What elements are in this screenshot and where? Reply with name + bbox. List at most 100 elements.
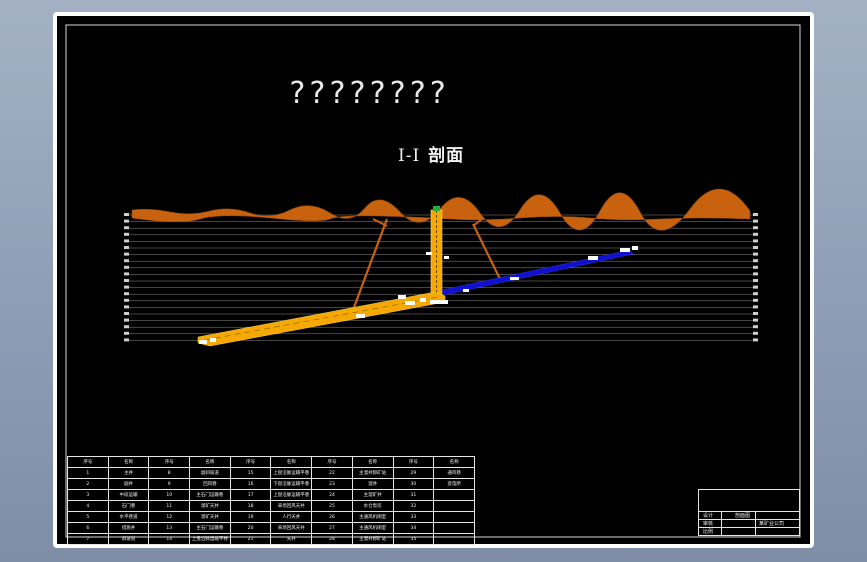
legend-cell: 中段运输 [107, 489, 150, 501]
legend-cell: 2 [67, 478, 109, 490]
legend-cell: 3 [67, 489, 109, 501]
elevation-tick [753, 318, 758, 322]
legend-cell: 上盘沿脉运输平巷 [270, 489, 313, 501]
legend-cell [433, 533, 475, 545]
legend-cell: 水平巷道 [107, 511, 150, 523]
legend-cell: 15 [229, 467, 272, 479]
legend-row: 1 主井 8 副斜坡道 15 上盘沿脉运输平巷 22 主溜井卸矿站 29 通风巷 [67, 467, 475, 479]
legend-cell: 10 [148, 489, 191, 501]
elevation-tick [753, 259, 758, 263]
elevation-tick [753, 246, 758, 249]
legend-cell: 26 [311, 511, 353, 523]
legend-table: 序号 名称 序号 名称 序号 名称 序号 名称 序号 名称 1 主井 8 副斜坡道 15 上盘沿脉运输平巷 22… [67, 456, 475, 545]
legend-cell: 序号 [229, 456, 272, 468]
legend-cell: 主井 [107, 467, 150, 479]
legend-cell: 副斜坡道 [189, 467, 231, 479]
legend-cell: 35 [392, 533, 435, 545]
legend-cell: 副井 [107, 478, 150, 490]
section-heading: I-I 剖面 [398, 141, 464, 166]
legend-cell: 30 [392, 478, 435, 490]
legend-cell: 24 [311, 489, 353, 501]
legend-cell: 主溜井卸矿站 [351, 467, 394, 479]
legend-cell: 采场回风天井 [270, 500, 313, 512]
tb-company: 某矿业公司 [759, 521, 785, 527]
legend-cell: 名称 [107, 456, 150, 468]
legend-cell: 12 [148, 511, 191, 523]
legend-cell: 8 [148, 467, 191, 479]
elevation-tick [753, 285, 758, 289]
legend-row: 6 措施井 13 主石门运输巷 20 采场回风天井 27 主通风机硐室 34 [67, 522, 475, 534]
elevation-tick [753, 279, 758, 282]
legend-cell: 28 [311, 533, 353, 545]
elevation-tick [753, 298, 758, 302]
legend-cell: 5 [67, 511, 109, 523]
section-label: I-I [398, 146, 421, 166]
legend-cell: 17 [229, 489, 272, 501]
elevation-tick [124, 305, 129, 309]
legend-cell: 31 [392, 489, 435, 501]
tb-designer: 设计 [703, 513, 714, 519]
legend-cell: 1 [67, 467, 109, 479]
legend-cell: 溜井 [351, 478, 394, 490]
legend-cell: 序号 [311, 456, 353, 468]
elevation-tick [124, 285, 129, 289]
legend-cell: 32 [392, 500, 435, 512]
elevation-tick [753, 252, 758, 256]
legend-cell: 4 [67, 500, 109, 512]
legend-cell: 20 [229, 522, 272, 534]
legend-cell [433, 489, 475, 501]
legend-cell: 溜矿天井 [189, 511, 231, 523]
legend-cell: 主石门运输巷 [189, 522, 231, 534]
legend-cell: 水仓泵房 [351, 500, 394, 512]
elevation-tick [124, 265, 129, 269]
elevation-tick [753, 312, 758, 315]
elevation-tick [124, 239, 129, 243]
drill-hole-right [472, 223, 501, 280]
legend-cell: 名称 [433, 456, 475, 468]
elevation-tick [753, 338, 758, 342]
legend-cell: 石门巷 [107, 500, 150, 512]
elevation-tick [124, 246, 129, 249]
legend-cell: 名称 [351, 456, 394, 468]
legend-cell: 主溜井卸矿站 [351, 533, 394, 545]
elevation-tick [753, 292, 758, 296]
legend-cell: 33 [392, 511, 435, 523]
elevation-tick [124, 219, 129, 223]
legend-row: 7 斜坡道 14 上盘沿脉运输平巷 21 天井 28 主溜井卸矿站 35 [67, 533, 475, 545]
legend-cell: 通风巷 [433, 467, 475, 479]
legend-cell: 斜坡道 [107, 533, 150, 545]
legend-cell: 主通风机硐室 [351, 511, 394, 523]
legend-cell: 序号 [67, 456, 109, 468]
legend-cell: 主通风机硐室 [351, 522, 394, 534]
elevation-tick [124, 272, 129, 276]
headframe [433, 206, 440, 211]
legend-cell: 序号 [148, 456, 191, 468]
title-block: 设计 审核 比例 剖面图 某矿业公司 [698, 489, 800, 536]
legend-row: 序号 名称 序号 名称 序号 名称 序号 名称 序号 名称 [67, 456, 475, 468]
legend-cell [433, 522, 475, 534]
legend-cell: 回风巷 [189, 478, 231, 490]
elevation-tick [124, 226, 129, 230]
legend-cell: 29 [392, 467, 435, 479]
tb-scale: 比例 [703, 529, 714, 535]
legend-cell: 人行天井 [270, 511, 313, 523]
legend-row: 2 副井 9 回风巷 16 下盘沿脉运输平巷 23 溜井 30 变电所 [67, 478, 475, 490]
tb-drawing-name: 剖面图 [735, 513, 751, 519]
elevation-tick [753, 226, 758, 230]
legend-cell: 措施井 [107, 522, 150, 534]
elevation-tick [124, 312, 129, 315]
legend-cell: 7 [67, 533, 109, 545]
legend-cell: 22 [311, 467, 353, 479]
legend-cell: 21 [229, 533, 272, 545]
blue-drift [441, 249, 634, 296]
legend-cell: 18 [229, 500, 272, 512]
elevation-tick [124, 232, 129, 236]
legend-cell [433, 500, 475, 512]
drill-hole-left [351, 218, 389, 311]
elevation-tick [753, 272, 758, 276]
legend-cell: 23 [311, 478, 353, 490]
legend-cell: 变电所 [433, 478, 475, 490]
legend-cell: 9 [148, 478, 191, 490]
legend-cell: 序号 [392, 456, 435, 468]
legend-cell: 13 [148, 522, 191, 534]
